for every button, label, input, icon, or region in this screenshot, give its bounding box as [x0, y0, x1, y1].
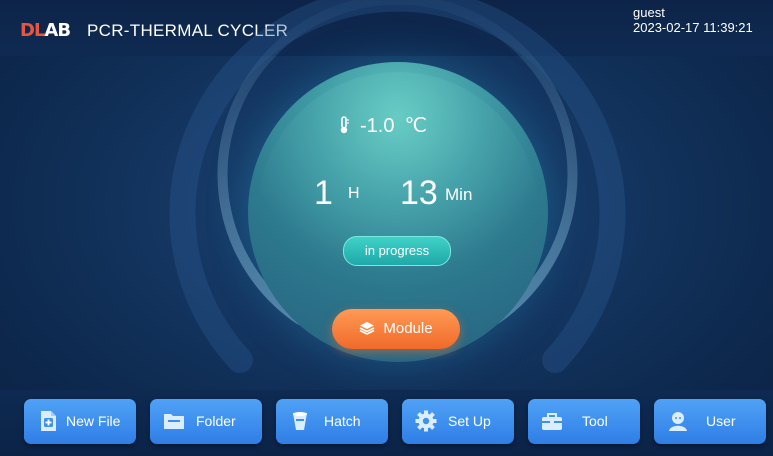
module-button[interactable]: Module	[332, 309, 460, 349]
hours-value: 1	[314, 174, 333, 212]
tool-button[interactable]: Tool	[528, 399, 640, 444]
thermometer-icon	[340, 116, 349, 134]
set-up-button[interactable]: Set Up	[402, 399, 514, 444]
new-file-label: New File	[66, 413, 121, 429]
user-label: User	[706, 413, 736, 429]
folder-icon	[164, 414, 184, 429]
new-file-icon	[41, 411, 56, 431]
status-badge: in progress	[343, 236, 451, 266]
gear-icon	[415, 410, 437, 432]
folder-button[interactable]: Folder	[150, 399, 262, 444]
user-icon	[669, 412, 687, 431]
temperature-value: -1.0	[360, 115, 395, 137]
module-button-label: Module	[383, 320, 433, 337]
hatch-icon	[293, 412, 307, 430]
temperature-readout: -1.0 ℃	[338, 113, 427, 138]
layers-icon	[360, 322, 375, 335]
time-readout: 1 H 13 Min	[314, 174, 484, 214]
tool-label: Tool	[582, 413, 608, 429]
hours-unit: H	[348, 185, 360, 202]
minutes-unit: Min	[445, 185, 473, 204]
new-file-button[interactable]: New File	[24, 399, 136, 444]
temperature-unit: ℃	[404, 115, 427, 137]
folder-label: Folder	[196, 413, 236, 429]
toolbox-icon	[542, 413, 562, 430]
set-up-label: Set Up	[448, 413, 491, 429]
hatch-label: Hatch	[324, 413, 361, 429]
minutes-value: 13	[400, 174, 438, 212]
user-button[interactable]: User	[654, 399, 766, 444]
hatch-button[interactable]: Hatch	[276, 399, 388, 444]
